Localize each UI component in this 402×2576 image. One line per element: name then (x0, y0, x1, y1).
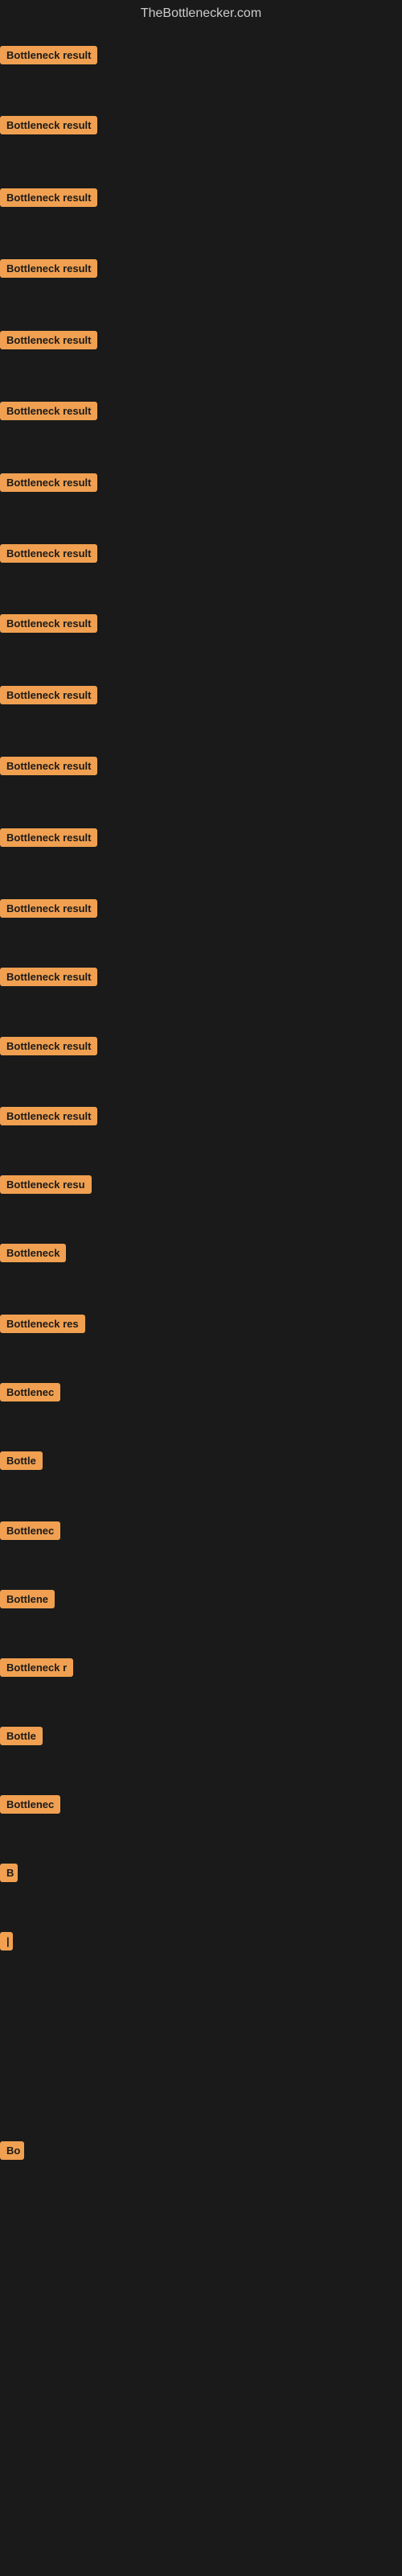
bottleneck-item[interactable]: B (0, 1864, 18, 1886)
bottleneck-badge: Bottle (0, 1451, 43, 1470)
bottleneck-badge: Bottleneck result (0, 259, 97, 278)
bottleneck-item[interactable]: Bottleneck result (0, 116, 97, 138)
bottleneck-item[interactable]: Bottleneck result (0, 968, 97, 990)
bottleneck-badge: Bottleneck result (0, 544, 97, 563)
bottleneck-badge: Bottleneck (0, 1244, 66, 1262)
site-title: TheBottlenecker.com (0, 0, 402, 27)
bottleneck-badge: B (0, 1864, 18, 1882)
bottleneck-badge: Bottle (0, 1727, 43, 1745)
bottleneck-item[interactable]: Bottleneck result (0, 1037, 97, 1059)
bottleneck-badge: Bottleneck result (0, 188, 97, 207)
bottleneck-item[interactable]: | (0, 1932, 13, 1955)
bottleneck-item[interactable]: Bottleneck r (0, 1658, 73, 1681)
bottleneck-badge: | (0, 1932, 13, 1951)
bottleneck-item[interactable]: Bottle (0, 1451, 43, 1474)
bottleneck-item[interactable]: Bottleneck result (0, 828, 97, 851)
bottleneck-badge: Bottleneck result (0, 1107, 97, 1125)
bottleneck-item[interactable]: Bottleneck result (0, 757, 97, 779)
bottleneck-item[interactable]: Bottleneck result (0, 1107, 97, 1129)
bottleneck-item[interactable]: Bottleneck result (0, 259, 97, 282)
bottleneck-item[interactable]: Bottle (0, 1727, 43, 1749)
bottleneck-item[interactable]: Bottleneck (0, 1244, 66, 1266)
bottleneck-badge: Bottleneck resu (0, 1175, 92, 1194)
bottleneck-item[interactable]: Bottleneck result (0, 402, 97, 424)
bottleneck-badge: Bottleneck r (0, 1658, 73, 1677)
bottleneck-item[interactable]: Bottlenec (0, 1383, 60, 1406)
bottleneck-item[interactable]: Bottleneck result (0, 899, 97, 922)
bottleneck-item[interactable]: Bottlenec (0, 1521, 60, 1544)
bottleneck-badge: Bottleneck result (0, 614, 97, 633)
bottleneck-item[interactable]: Bottleneck result (0, 544, 97, 567)
bottleneck-badge: Bottleneck result (0, 46, 97, 64)
bottleneck-badge: Bottleneck result (0, 968, 97, 986)
bottleneck-item[interactable]: Bo (0, 2141, 24, 2164)
bottleneck-badge: Bottleneck res (0, 1315, 85, 1333)
bottleneck-item[interactable]: Bottleneck result (0, 46, 97, 68)
bottleneck-item[interactable]: Bottleneck result (0, 614, 97, 637)
bottleneck-item[interactable]: Bottleneck result (0, 686, 97, 708)
bottleneck-badge: Bottleneck result (0, 899, 97, 918)
bottleneck-badge: Bottlenec (0, 1795, 60, 1814)
bottleneck-item[interactable]: Bottlene (0, 1590, 55, 1612)
bottleneck-item[interactable]: Bottleneck result (0, 473, 97, 496)
bottleneck-badge: Bo (0, 2141, 24, 2160)
bottleneck-badge: Bottlenec (0, 1383, 60, 1402)
bottleneck-badge: Bottlenec (0, 1521, 60, 1540)
bottleneck-badge: Bottlene (0, 1590, 55, 1608)
bottleneck-badge: Bottleneck result (0, 473, 97, 492)
bottleneck-badge: Bottleneck result (0, 402, 97, 420)
bottleneck-item[interactable]: Bottleneck result (0, 331, 97, 353)
bottleneck-badge: Bottleneck result (0, 116, 97, 134)
bottleneck-badge: Bottleneck result (0, 828, 97, 847)
bottleneck-item[interactable]: Bottleneck result (0, 188, 97, 211)
bottleneck-item[interactable]: Bottlenec (0, 1795, 60, 1818)
bottleneck-badge: Bottleneck result (0, 757, 97, 775)
bottleneck-badge: Bottleneck result (0, 1037, 97, 1055)
bottleneck-badge: Bottleneck result (0, 331, 97, 349)
bottleneck-item[interactable]: Bottleneck resu (0, 1175, 92, 1198)
bottleneck-badge: Bottleneck result (0, 686, 97, 704)
bottleneck-item[interactable]: Bottleneck res (0, 1315, 85, 1337)
